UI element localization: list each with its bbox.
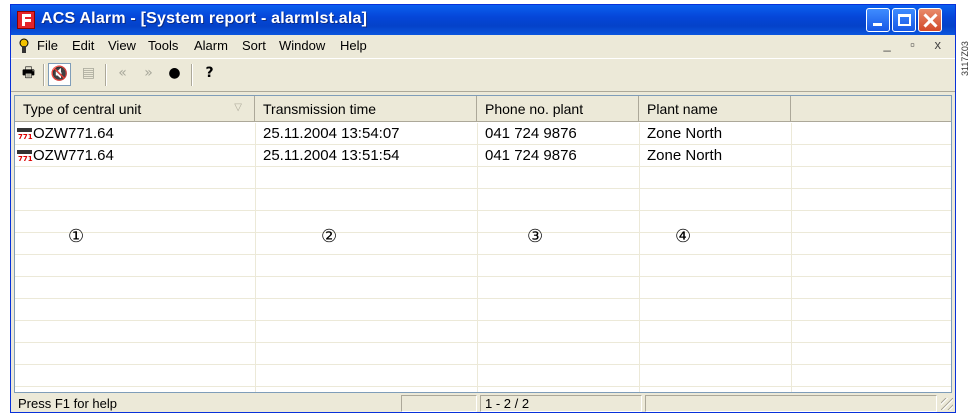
cell-plant: Zone North [647,147,723,164]
toolbar-separator [191,64,193,86]
document-system-icon[interactable] [17,38,31,54]
empty-row [15,321,951,343]
minimize-icon [873,23,882,26]
empty-row [15,211,951,233]
menu-sort[interactable]: Sort [242,38,266,53]
column-header-plant[interactable]: Plant name [639,96,791,122]
cell-type: OZW771.64 [33,125,114,142]
menu-view[interactable]: View [108,38,136,53]
figure-code: 3117Z03 [960,41,970,76]
menu-help[interactable]: Help [340,38,367,53]
empty-row [15,167,951,189]
menu-file[interactable]: File [37,38,58,53]
empty-row [15,189,951,211]
central-unit-icon: 771 [17,126,33,141]
empty-row [15,255,951,277]
status-help-text: Press F1 for help [18,396,117,411]
toolbar-separator [105,64,107,86]
toolbar: 🖶 🔇 ▤ « » ● ? [11,58,955,92]
callout-1: ① [68,226,85,247]
status-record-count: 1 - 2 / 2 [480,395,642,412]
menu-window[interactable]: Window [279,38,325,53]
empty-row [15,277,951,299]
callout-2: ② [321,226,338,247]
toolbar-separator [43,64,45,86]
callout-3: ③ [527,226,544,247]
callout-4: ④ [675,226,692,247]
resize-grip-icon[interactable] [941,398,953,410]
menu-edit[interactable]: Edit [72,38,94,53]
column-header-type[interactable]: Type of central unit ▽ [15,96,255,122]
print-icon: 🖶 [21,65,36,81]
maximize-icon [898,14,911,26]
cell-phone: 041 724 9876 [485,125,577,142]
status-pane [401,395,477,412]
forward-button[interactable]: » [137,63,160,86]
table-row[interactable]: 771 OZW771.64 25.11.2004 13:54:07 041 72… [15,123,951,145]
cell-time: 25.11.2004 13:51:54 [263,147,400,164]
menu-alarm[interactable]: Alarm [194,38,228,53]
application-window: ACS Alarm - [System report - alarmlst.al… [10,4,956,413]
mdi-window-controls[interactable]: _ ▫ x [883,37,949,52]
maximize-button[interactable] [892,8,916,32]
menu-tools[interactable]: Tools [148,38,178,53]
close-button[interactable] [918,8,942,32]
alarm-list[interactable]: Type of central unit ▽ Transmission time… [14,95,952,393]
properties-button[interactable]: ▤ [77,63,100,86]
cell-type: OZW771.64 [33,147,114,164]
central-unit-icon: 771 [17,148,33,163]
empty-row [15,365,951,387]
minimize-button[interactable] [866,8,890,32]
empty-row [15,343,951,365]
empty-row [15,233,951,255]
rewind-icon: « [118,65,127,81]
title-bar[interactable]: ACS Alarm - [System report - alarmlst.al… [11,5,955,35]
cell-time: 25.11.2004 13:54:07 [263,125,400,142]
column-header-time[interactable]: Transmission time [255,96,477,122]
rewind-button[interactable]: « [111,63,134,86]
sort-indicator-icon: ▽ [234,102,242,113]
properties-icon: ▤ [81,65,96,81]
print-button[interactable]: 🖶 [17,63,40,86]
record-icon: ● [168,65,181,81]
table-row[interactable]: 771 OZW771.64 25.11.2004 13:51:54 041 72… [15,145,951,167]
forward-icon: » [144,65,153,81]
status-pane [645,395,937,412]
menu-bar: File Edit View Tools Alarm Sort Window H… [11,35,955,57]
acs-app-icon[interactable] [17,11,35,29]
help-icon: ? [205,65,214,81]
cell-plant: Zone North [647,125,723,142]
status-bar: Press F1 for help 1 - 2 / 2 [11,394,955,412]
speaker-mute-icon: 🔇 [50,66,69,82]
empty-row [15,299,951,321]
mute-button[interactable]: 🔇 [48,63,71,86]
record-button[interactable]: ● [163,63,186,86]
list-rows: 771 OZW771.64 25.11.2004 13:54:07 041 72… [15,123,951,387]
window-title: ACS Alarm - [System report - alarmlst.al… [41,10,368,27]
list-header: Type of central unit ▽ Transmission time… [15,96,951,122]
cell-phone: 041 724 9876 [485,147,577,164]
column-header-phone[interactable]: Phone no. plant [477,96,639,122]
help-button[interactable]: ? [198,63,221,86]
